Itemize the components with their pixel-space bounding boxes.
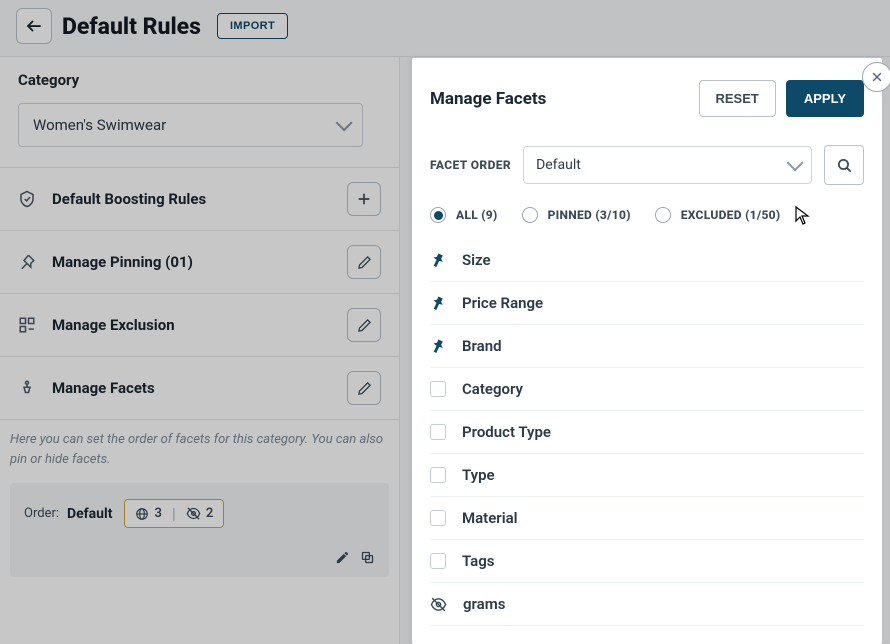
edit-icon <box>357 318 372 333</box>
facets-label: Manage Facets <box>52 379 155 397</box>
order-label: Order: <box>24 506 59 521</box>
checkbox[interactable] <box>430 381 446 397</box>
arrow-left-icon <box>25 17 43 35</box>
facet-label: Product Type <box>462 423 551 441</box>
filter-row: ALL (9) PINNED (3/10) EXCLUDED (1/50) <box>412 203 882 233</box>
facet-order-label: FACET ORDER <box>430 158 511 172</box>
facet-label: Material <box>462 509 518 527</box>
chevron-down-icon <box>787 154 804 171</box>
plus-icon <box>356 191 372 207</box>
exclusion-label: Manage Exclusion <box>52 316 175 334</box>
facet-order-select[interactable]: Default <box>523 146 812 184</box>
back-button[interactable] <box>16 8 52 44</box>
pin-icon <box>430 338 446 354</box>
eye-off-icon <box>186 506 201 521</box>
checkbox[interactable] <box>430 467 446 483</box>
facet-item[interactable]: Brand <box>430 325 864 368</box>
apply-button[interactable]: APPLY <box>786 80 864 117</box>
row-exclusion: Manage Exclusion <box>0 294 399 357</box>
category-value: Women's Swimwear <box>33 116 166 134</box>
import-button[interactable]: IMPORT <box>217 13 288 39</box>
facet-item[interactable]: Category <box>430 368 864 411</box>
facet-item[interactable]: Tags <box>430 540 864 583</box>
search-icon <box>836 157 853 174</box>
reset-button[interactable]: RESET <box>699 80 776 117</box>
copy-icon <box>360 550 375 565</box>
copy-order-button[interactable] <box>360 550 375 565</box>
cursor-icon <box>795 206 811 226</box>
facet-item[interactable]: Type <box>430 454 864 497</box>
add-boosting-button[interactable] <box>347 182 381 216</box>
facets-description: Here you can set the order of facets for… <box>0 420 399 483</box>
close-panel-button[interactable] <box>862 62 890 92</box>
pinning-label: Manage Pinning (01) <box>52 253 193 271</box>
topbar: Default Rules IMPORT <box>0 0 890 56</box>
order-card: Order: Default 3 | 2 <box>10 483 389 577</box>
order-value: Default <box>67 506 112 522</box>
pin-icon <box>430 252 446 268</box>
facet-item[interactable]: Price Range <box>430 282 864 325</box>
facet-order-value: Default <box>536 157 581 173</box>
page-title: Default Rules <box>62 13 201 40</box>
facet-label: Type <box>462 466 495 484</box>
left-column: Category Women's Swimwear Default Boosti… <box>0 57 400 644</box>
facet-label: Brand <box>462 337 502 355</box>
manage-facets-panel: Manage Facets RESET APPLY FACET ORDER De… <box>412 58 882 644</box>
edit-pinning-button[interactable] <box>347 245 381 279</box>
globe-icon <box>135 507 149 521</box>
facet-label: grams <box>463 595 505 613</box>
boosting-label: Default Boosting Rules <box>52 190 206 208</box>
pin-icon <box>430 295 446 311</box>
edit-icon <box>357 255 372 270</box>
hidden-count-badge: 2 <box>186 506 213 521</box>
filter-excluded[interactable]: EXCLUDED (1/50) <box>655 207 781 223</box>
category-select[interactable]: Women's Swimwear <box>18 103 363 147</box>
facet-item[interactable]: Product Type <box>430 411 864 454</box>
edit-order-button[interactable] <box>335 550 350 565</box>
facet-label: Price Range <box>462 294 543 312</box>
facet-label: Size <box>462 251 491 269</box>
eye-off-icon <box>430 596 447 613</box>
filter-all[interactable]: ALL (9) <box>430 207 498 223</box>
category-label: Category <box>18 71 381 89</box>
facet-label: Category <box>462 380 523 398</box>
panel-title: Manage Facets <box>430 89 546 109</box>
search-facets-button[interactable] <box>824 145 864 185</box>
pinned-count-badge: 3 <box>135 506 161 521</box>
checkbox[interactable] <box>430 424 446 440</box>
facet-item[interactable]: grams <box>430 583 864 626</box>
edit-facets-button[interactable] <box>347 371 381 405</box>
close-icon <box>871 71 883 83</box>
checkbox[interactable] <box>430 553 446 569</box>
facet-list: Size Price Range Brand Category Product Type… <box>412 233 882 644</box>
exclusion-icon <box>18 316 36 334</box>
facet-item[interactable]: Material <box>430 497 864 540</box>
edit-icon <box>357 381 372 396</box>
chevron-down-icon <box>336 114 353 131</box>
row-pinning: Manage Pinning (01) <box>0 231 399 294</box>
order-badges: 3 | 2 <box>124 499 224 528</box>
radio-checked-icon <box>430 207 446 223</box>
facet-item[interactable]: Size <box>430 239 864 282</box>
shield-icon <box>18 190 36 208</box>
row-boosting: Default Boosting Rules <box>0 168 399 231</box>
checkbox[interactable] <box>430 510 446 526</box>
row-facets: Manage Facets <box>0 357 399 420</box>
radio-icon <box>522 207 538 223</box>
pin-outline-icon <box>18 253 36 271</box>
radio-icon <box>655 207 671 223</box>
filter-icon <box>18 379 36 397</box>
facet-label: Tags <box>462 552 495 570</box>
pencil-icon <box>335 550 350 565</box>
edit-exclusion-button[interactable] <box>347 308 381 342</box>
filter-pinned[interactable]: PINNED (3/10) <box>522 207 631 223</box>
